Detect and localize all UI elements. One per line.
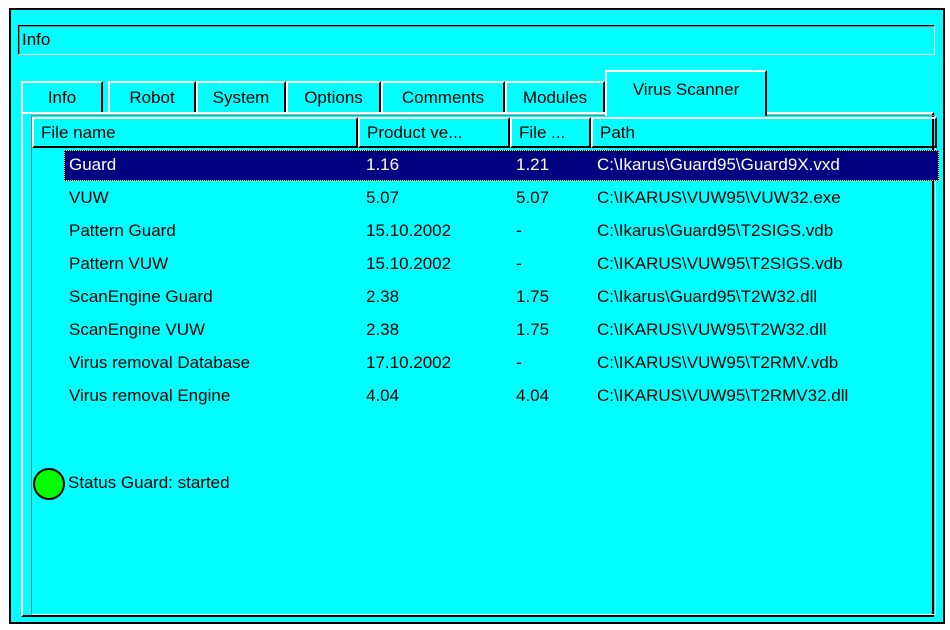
product-version-cell: 5.07 [366,188,400,207]
status-text: Status Guard: started [68,473,230,492]
list-row[interactable]: Guard 1.16 1.21 C:\Ikarus\Guard95\Guard9… [32,150,939,181]
product-version-cell: 15.10.2002 [366,221,452,240]
list-row[interactable]: Virus removal Engine 4.04 4.04 C:\IKARUS… [32,381,935,412]
path-cell: C:\IKARUS\VUW95\T2RMV32.dll [597,386,849,405]
list-row[interactable]: ScanEngine Guard 2.38 1.75 C:\Ikarus\Gua… [32,282,935,313]
file-name-cell: VUW [69,188,109,207]
file-version-cell: 1.75 [516,287,550,306]
file-version-cell: - [516,221,522,240]
file-name-cell: Guard [69,155,117,174]
file-name-cell: Pattern VUW [69,254,169,273]
info-window: Info Info Robot System Options Comments … [9,8,945,624]
file-version-cell: - [516,353,522,372]
tab-info[interactable]: Info [21,81,103,114]
status-light-icon [33,468,65,500]
module-list[interactable]: File name Product ve... File ... Path Gu… [31,115,939,615]
list-header: File name Product ve... File ... Path [32,117,937,148]
list-row[interactable]: VUW 5.07 5.07 C:\IKARUS\VUW95\VUW32.exe [32,183,935,214]
column-header-file-version[interactable]: File ... [510,117,591,148]
product-version-cell: 2.38 [366,320,400,339]
column-header-product-version[interactable]: Product ve... [358,117,510,148]
path-cell: C:\Ikarus\Guard95\Guard9X.vxd [597,155,840,174]
tab-virus-scanner[interactable]: Virus Scanner [605,70,767,116]
column-header-file-name[interactable]: File name [32,117,358,148]
column-header-path[interactable]: Path [591,117,937,148]
file-version-cell: - [516,254,522,273]
tab-strip: Info Robot System Options Comments Modul… [11,68,943,116]
file-name-cell: Virus removal Database [69,353,251,372]
virus-scanner-panel: File name Product ve... File ... Path Gu… [21,112,939,617]
file-version-cell: 5.07 [516,188,550,207]
file-version-cell: 1.75 [516,320,550,339]
list-row[interactable]: Pattern Guard 15.10.2002 - C:\Ikarus\Gua… [32,216,935,247]
product-version-cell: 15.10.2002 [366,254,452,273]
tab-comments[interactable]: Comments [381,81,505,114]
file-name-cell: Pattern Guard [69,221,176,240]
file-name-cell: Virus removal Engine [69,386,231,405]
product-version-cell: 4.04 [366,386,400,405]
file-name-cell: ScanEngine Guard [69,287,213,306]
list-row[interactable]: ScanEngine VUW 2.38 1.75 C:\IKARUS\VUW95… [32,315,935,346]
path-cell: C:\IKARUS\VUW95\VUW32.exe [597,188,841,207]
list-row[interactable]: Pattern VUW 15.10.2002 - C:\IKARUS\VUW95… [32,249,935,280]
tab-system[interactable]: System [196,81,286,114]
tab-options[interactable]: Options [286,81,381,114]
path-cell: C:\Ikarus\Guard95\T2W32.dll [597,287,818,306]
file-name-cell: ScanEngine VUW [69,320,206,339]
product-version-cell: 2.38 [366,287,400,306]
path-cell: C:\IKARUS\VUW95\T2W32.dll [597,320,827,339]
tab-robot[interactable]: Robot [108,81,196,114]
file-version-cell: 1.21 [516,155,550,174]
info-field[interactable]: Info [18,25,935,55]
path-cell: C:\IKARUS\VUW95\T2RMV.vdb [597,353,839,372]
product-version-cell: 1.16 [366,155,400,174]
path-cell: C:\IKARUS\VUW95\T2SIGS.vdb [597,254,843,273]
product-version-cell: 17.10.2002 [366,353,452,372]
tab-modules[interactable]: Modules [505,81,605,114]
list-row[interactable]: Virus removal Database 17.10.2002 - C:\I… [32,348,935,379]
path-cell: C:\Ikarus\Guard95\T2SIGS.vdb [597,221,834,240]
file-version-cell: 4.04 [516,386,550,405]
